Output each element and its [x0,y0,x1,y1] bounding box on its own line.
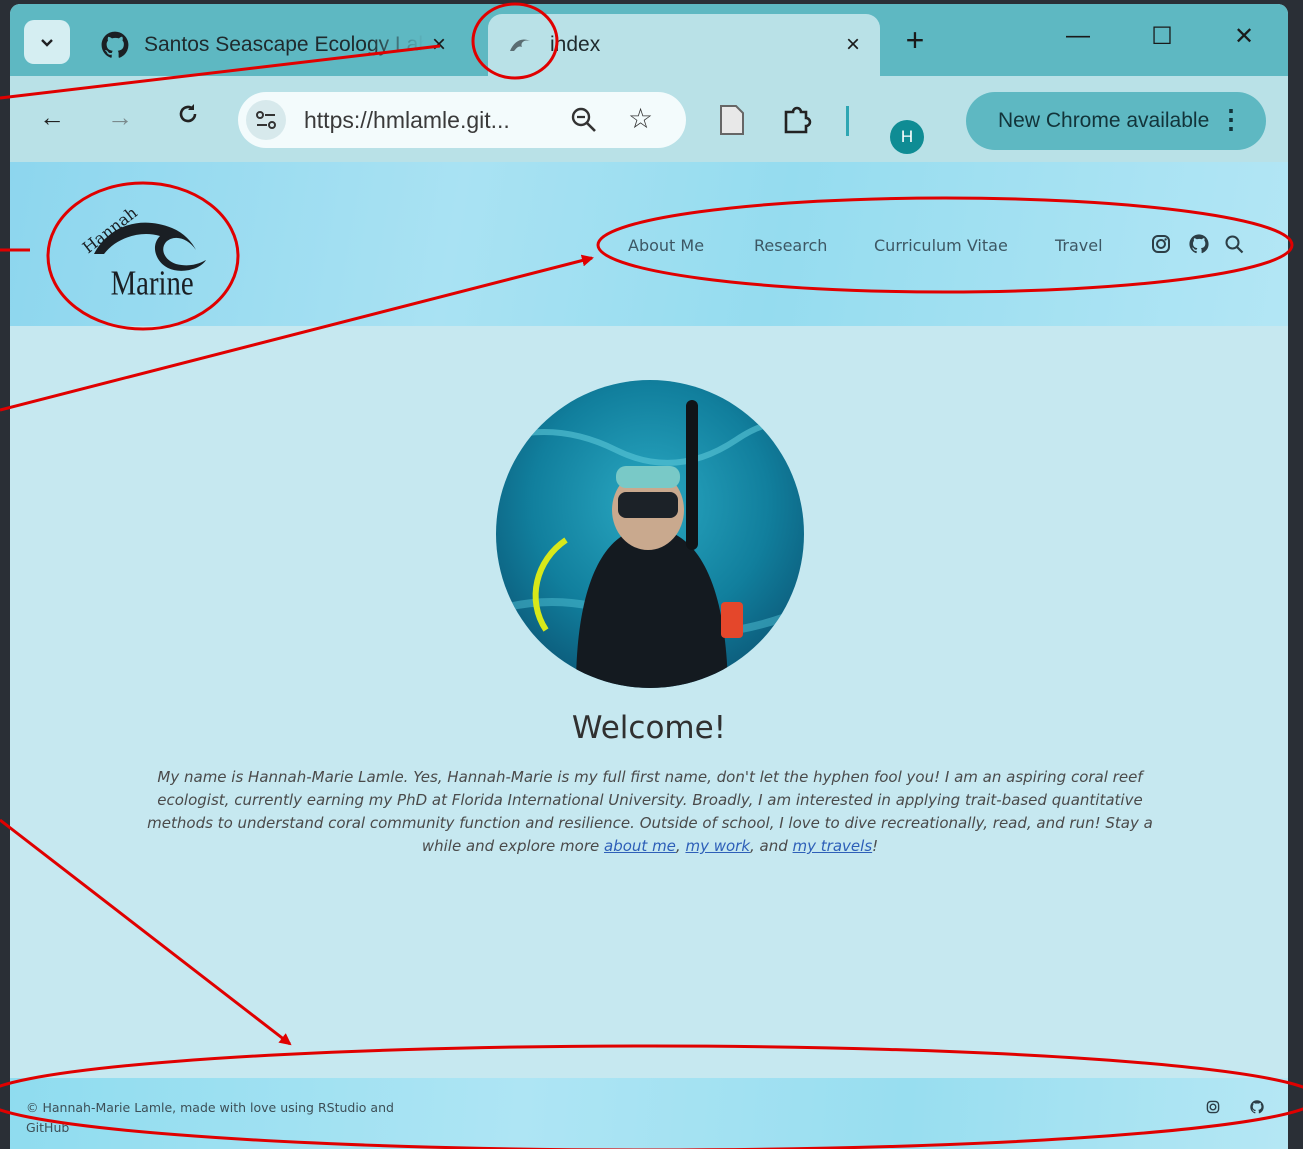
github-icon[interactable] [1189,234,1209,259]
web-page: Hannah Marine About Me Research Curricul… [10,162,1288,1149]
site-header: Hannah Marine About Me Research Curricul… [10,162,1288,326]
site-logo[interactable]: Hannah Marine [79,202,210,302]
link-my-work[interactable]: my work [685,837,750,855]
zoom-icon[interactable] [570,106,598,139]
browser-toolbar: ← → https://hmlamle.git... ☆ H New Chrom… [10,76,1288,162]
extensions-icon[interactable] [782,104,814,141]
site-footer: © Hannah-Marie Lamle, made with love usi… [10,1078,1288,1149]
nav-about-me[interactable]: About Me [628,236,704,255]
instagram-icon[interactable] [1151,234,1171,259]
close-window-button[interactable]: ✕ [1224,22,1264,51]
profile-avatar[interactable]: H [890,120,924,154]
menu-icon[interactable]: ⋮ [1218,104,1244,134]
footer-copyright: © Hannah-Marie Lamle, made with love usi… [26,1100,394,1135]
new-chrome-available-button[interactable]: New Chrome available ⋮ [966,92,1266,150]
forward-button[interactable]: → [102,102,138,133]
intro-separator: , and [750,837,793,855]
minimize-button[interactable]: — [1058,22,1098,50]
tab-strip: Santos Seascape Ecology Lab × index × + … [10,4,1288,76]
nav-travel[interactable]: Travel [1055,236,1103,255]
tab-title: Santos Seascape Ecology Lab [144,33,424,56]
github-icon[interactable] [1250,1100,1264,1119]
github-icon [100,30,130,60]
toolbar-divider [846,106,849,136]
tab-search-button[interactable] [24,20,70,64]
profile-photo [496,380,804,688]
update-label: New Chrome available [998,109,1210,132]
browser-window: Santos Seascape Ecology Lab × index × + … [10,4,1288,1149]
tab-close-button[interactable]: × [424,31,454,59]
new-tab-button[interactable]: + [898,22,932,59]
nav-curriculum-vitae[interactable]: Curriculum Vitae [874,236,1008,255]
back-button[interactable]: ← [34,102,70,133]
address-bar[interactable]: https://hmlamle.git... ☆ [238,92,686,148]
reading-mode-icon[interactable] [718,104,746,141]
bookmark-star-icon[interactable]: ☆ [628,102,653,135]
wave-logo-icon [506,30,536,60]
wave-logo-icon: Hannah Marine [79,203,206,302]
tab-index[interactable]: index × [488,14,880,76]
instagram-icon[interactable] [1206,1100,1220,1119]
maximize-button[interactable]: ☐ [1142,22,1182,51]
reload-button[interactable] [170,102,206,133]
site-info-icon[interactable] [246,100,286,140]
chevron-down-icon [41,39,53,47]
link-my-travels[interactable]: my travels [793,837,873,855]
logo-text-marine: Marine [111,263,194,302]
search-icon[interactable] [1224,234,1244,259]
reload-icon [179,104,197,123]
tab-title: index [550,33,601,56]
intro-paragraph: My name is Hannah-Marie Lamle. Yes, Hann… [140,766,1160,858]
nav-research[interactable]: Research [754,236,827,255]
link-about-me[interactable]: about me [604,837,676,855]
welcome-heading: Welcome! [571,710,727,746]
intro-end: ! [872,837,879,855]
tab-santos-lab[interactable]: Santos Seascape Ecology Lab × [82,14,466,76]
url-text: https://hmlamle.git... [304,107,510,133]
tab-close-button[interactable]: × [838,31,868,59]
